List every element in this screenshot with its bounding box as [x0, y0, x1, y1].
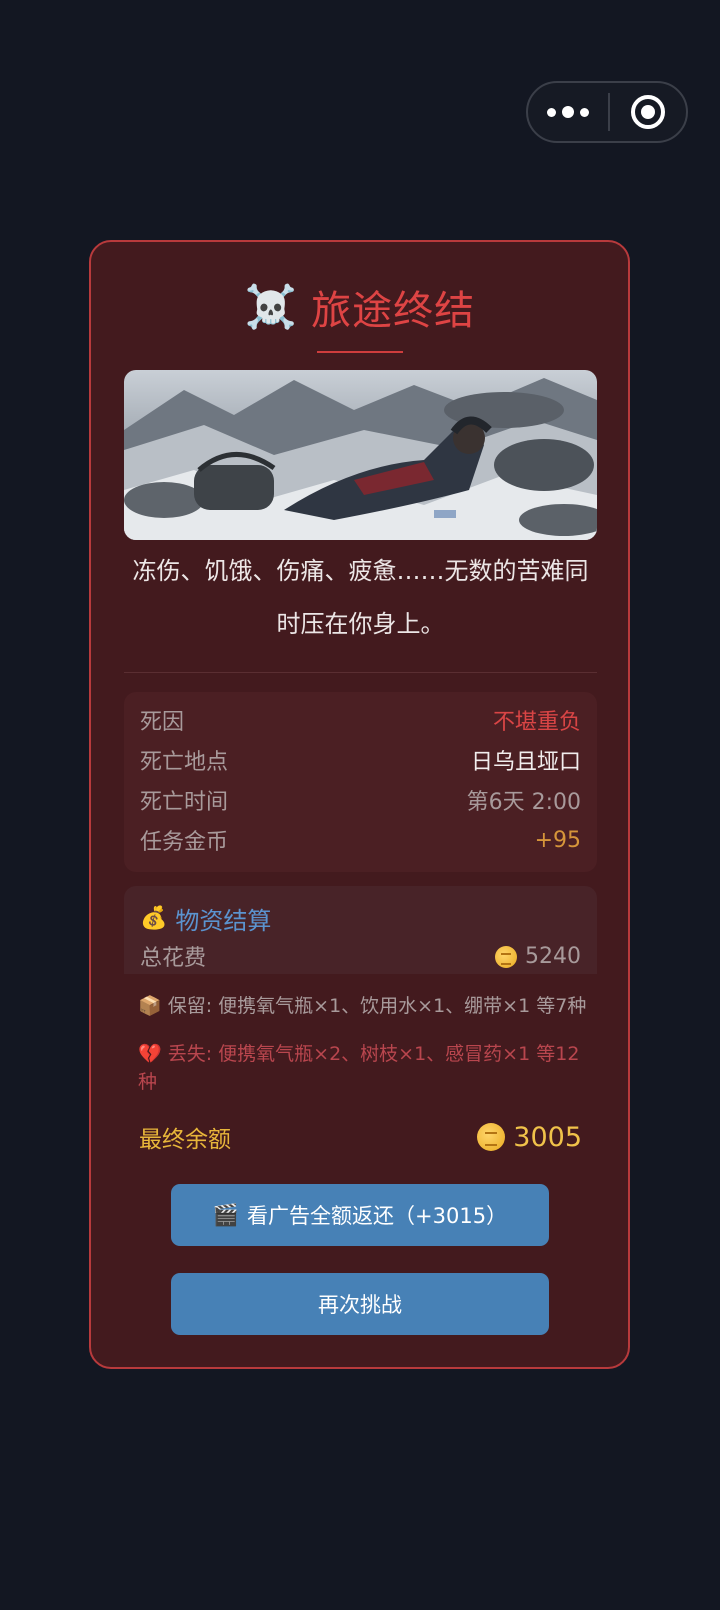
- info-value: 日乌且垭口: [470, 750, 581, 775]
- kept-items-text: 保留: 便携氧气瓶×1、饮用水×1、绷带×1 等7种: [167, 995, 587, 1017]
- final-balance-row: 最终余额 3005: [139, 1120, 582, 1154]
- retry-button[interactable]: 再次挑战: [171, 1273, 549, 1335]
- money-bag-icon: 💰: [140, 905, 168, 931]
- miniprogram-capsule: [526, 81, 688, 143]
- broken-heart-icon: 💔: [138, 1043, 162, 1065]
- death-info-panel: 死因 不堪重负 死亡地点 日乌且垭口 死亡时间 第6天 2:00 任务金币 +9…: [124, 692, 597, 872]
- total-cost-value: 5240: [525, 943, 581, 969]
- info-value: 不堪重负: [492, 710, 581, 735]
- info-key: 死亡地点: [140, 750, 229, 775]
- info-row-coins: 任务金币 +95: [140, 820, 581, 860]
- info-row-time: 死亡时间 第6天 2:00: [140, 780, 581, 820]
- target-circle-icon: [631, 95, 665, 129]
- final-balance-value: 3005: [513, 1121, 582, 1153]
- supply-title: 物资结算: [175, 906, 272, 935]
- clapperboard-icon: 🎬: [212, 1202, 240, 1227]
- final-balance-value-wrap: 3005: [477, 1122, 582, 1153]
- coin-icon: [477, 1123, 506, 1151]
- story-text: 冻伤、饥饿、伤痛、疲惫……无数的苦难同时压在你身上。: [132, 557, 589, 638]
- skull-icon: ☠️: [244, 282, 298, 331]
- title-text: 旅途终结: [311, 288, 476, 334]
- watch-ad-refund-button[interactable]: 🎬 看广告全额返还（+3015）: [171, 1184, 549, 1246]
- title-underline: [317, 351, 403, 353]
- info-key: 任务金币: [140, 830, 229, 855]
- kept-items: 📦 保留: 便携氧气瓶×1、饮用水×1、绷带×1 等7种: [138, 992, 598, 1020]
- supply-settlement-panel: 💰 物资结算 总花费 5240: [124, 886, 597, 974]
- more-dots-icon[interactable]: [528, 83, 608, 141]
- info-key: 死因: [140, 710, 185, 735]
- card-title: ☠️ 旅途终结: [0, 278, 720, 336]
- divider: [124, 672, 597, 673]
- scene-image: [124, 370, 597, 540]
- final-balance-label: 最终余额: [139, 1127, 231, 1153]
- lost-items: 💔 丢失: 便携氧气瓶×2、树枝×1、感冒药×1 等12种: [138, 1040, 598, 1096]
- coin-icon: [495, 945, 517, 968]
- package-icon: 📦: [138, 995, 162, 1017]
- watch-ad-label: 看广告全额返还（+3015）: [247, 1204, 508, 1228]
- info-value: 第6天 2:00: [466, 790, 581, 815]
- supply-header: 💰 物资结算: [140, 898, 581, 938]
- info-key: 死亡时间: [140, 790, 229, 815]
- close-miniprogram-button[interactable]: [610, 83, 686, 141]
- info-row-cause: 死因 不堪重负: [140, 700, 581, 740]
- total-cost-label: 总花费: [140, 946, 207, 971]
- info-value: +95: [534, 827, 581, 853]
- info-row-location: 死亡地点 日乌且垭口: [140, 740, 581, 780]
- lost-items-text: 丢失: 便携氧气瓶×2、树枝×1、感冒药×1 等12种: [138, 1043, 580, 1093]
- retry-label: 再次挑战: [318, 1293, 402, 1317]
- total-cost-row: 总花费 5240: [140, 938, 581, 974]
- total-cost-value-wrap: 5240: [495, 944, 581, 969]
